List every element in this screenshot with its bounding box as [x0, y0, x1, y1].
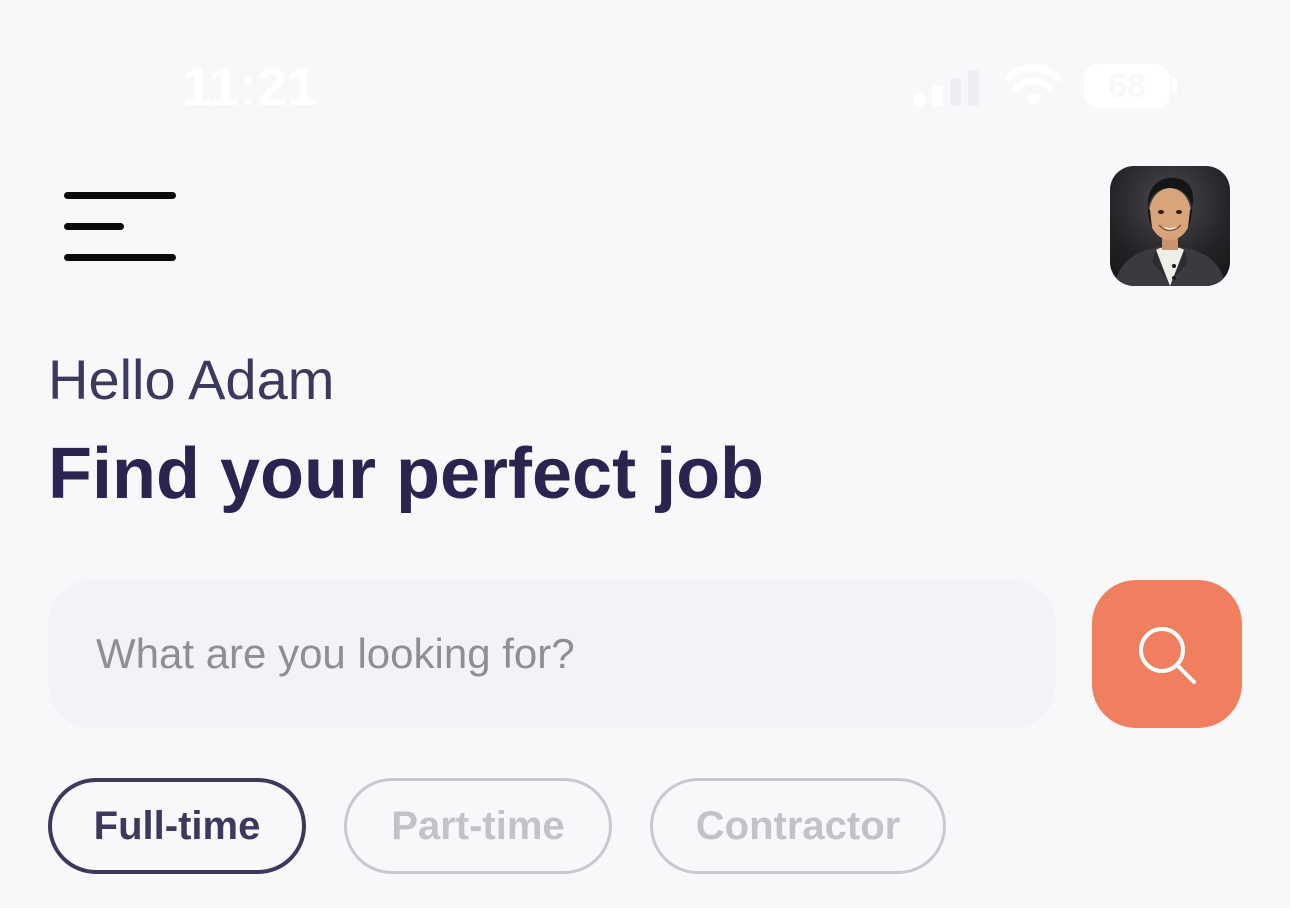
battery-cap	[1172, 78, 1177, 94]
status-bar-time: 11:21	[182, 57, 318, 117]
home-screen: 11:21 68 Hello Adam Find your perfect jo…	[0, 0, 1290, 908]
greeting-text: Hello Adam	[48, 348, 335, 411]
search-button[interactable]	[1092, 580, 1242, 728]
filter-chip-contractor[interactable]: Contractor	[650, 778, 946, 874]
search-icon	[1139, 627, 1196, 684]
battery-indicator: 68	[1084, 64, 1170, 108]
wifi-icon	[1004, 64, 1062, 106]
user-avatar-photo	[1114, 177, 1226, 286]
filter-chip-full-time[interactable]: Full-time	[48, 778, 306, 874]
filter-chip-part-time[interactable]: Part-time	[344, 778, 612, 874]
search-input[interactable]	[96, 580, 1016, 728]
menu-button[interactable]	[56, 182, 188, 274]
search-field[interactable]	[48, 580, 1056, 728]
cellular-signal-icon	[914, 70, 979, 106]
page-title: Find your perfect job	[48, 434, 765, 514]
user-avatar[interactable]	[1110, 166, 1230, 286]
battery-percentage: 68	[1108, 67, 1146, 105]
hamburger-menu-icon	[64, 192, 176, 262]
